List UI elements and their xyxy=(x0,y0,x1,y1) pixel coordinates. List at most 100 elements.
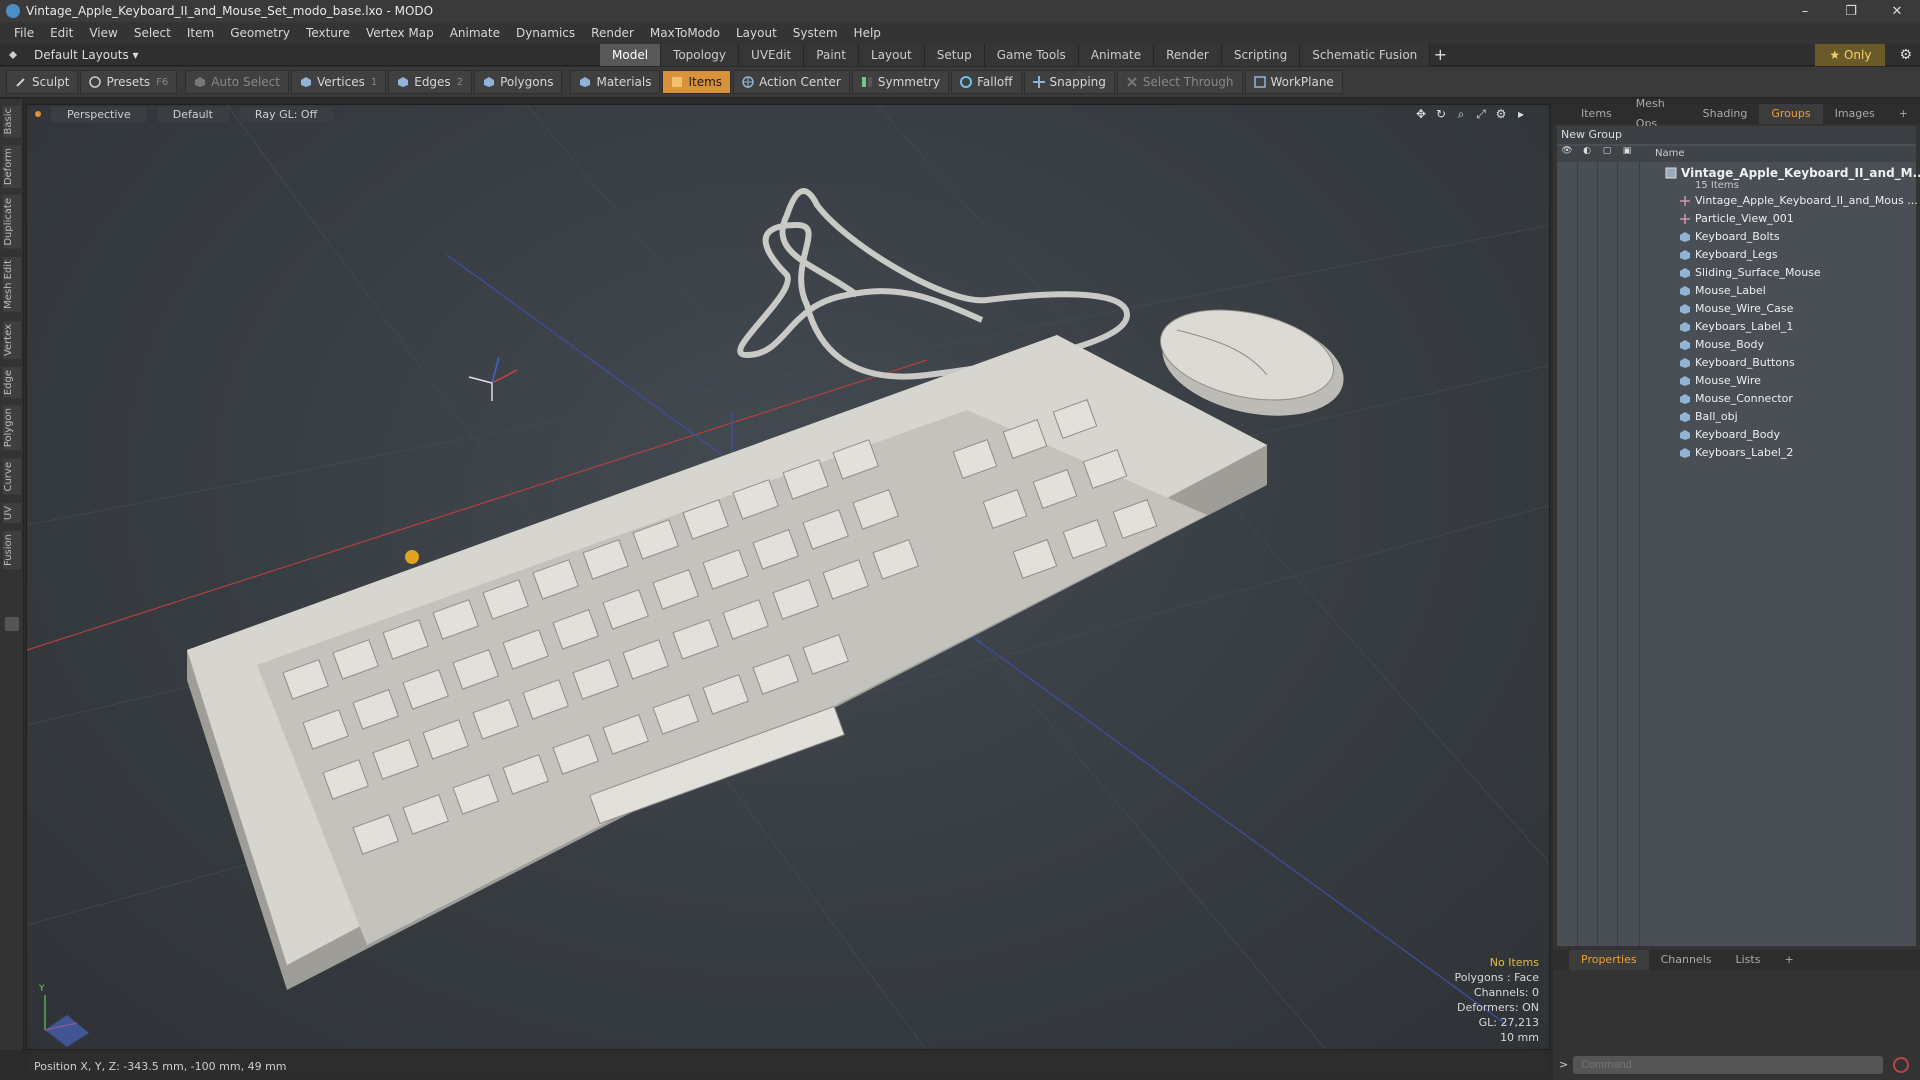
3d-viewport[interactable]: Y Perspective Default Ray GL: Off ✥ ↻ ⌕ … xyxy=(26,104,1550,1050)
viewport-gear-icon[interactable]: ⚙ xyxy=(1491,107,1511,122)
tab-layout[interactable]: Layout xyxy=(858,43,925,66)
view-perspective-dropdown[interactable]: Perspective xyxy=(51,106,147,122)
lock-column-icon[interactable]: ▢ xyxy=(1597,146,1617,162)
tab-game-tools[interactable]: Game Tools xyxy=(984,43,1079,66)
tab-channels[interactable]: Channels xyxy=(1649,950,1724,970)
panel-tab-shading[interactable]: Shading xyxy=(1691,104,1760,124)
minimize-button[interactable]: – xyxy=(1782,0,1828,22)
gear-icon[interactable]: ⚙ xyxy=(1891,47,1920,63)
tab-render[interactable]: Render xyxy=(1154,43,1222,66)
workplane-button[interactable]: WorkPlane xyxy=(1244,70,1343,94)
viewport-arrow-icon[interactable]: ▸ xyxy=(1511,107,1531,122)
action-center-button[interactable]: Action Center xyxy=(733,70,850,94)
vtab-polygon[interactable]: Polygon xyxy=(3,405,21,451)
ray-gl-toggle[interactable]: Ray GL: Off xyxy=(238,106,334,122)
menu-system[interactable]: System xyxy=(785,22,846,44)
pan-icon[interactable]: ✥ xyxy=(1411,107,1431,122)
list-item[interactable]: Keyboard_Legs xyxy=(1557,246,1916,264)
scene-canvas[interactable]: Y xyxy=(27,105,1550,1050)
menu-maxtomodo[interactable]: MaxToModo xyxy=(642,22,728,44)
menu-layout[interactable]: Layout xyxy=(728,22,785,44)
tab-properties[interactable]: Properties xyxy=(1569,950,1649,970)
edges-button[interactable]: Edges 2 xyxy=(388,70,473,94)
tab-schematic-fusion[interactable]: Schematic Fusion xyxy=(1300,43,1431,66)
menu-item[interactable]: Item xyxy=(179,22,222,44)
tab-setup[interactable]: Setup xyxy=(924,43,985,66)
menu-file[interactable]: File xyxy=(6,22,42,44)
select-through-button[interactable]: Select Through xyxy=(1116,70,1243,94)
menu-geometry[interactable]: Geometry xyxy=(222,22,298,44)
tab-paint[interactable]: Paint xyxy=(804,43,859,66)
menu-select[interactable]: Select xyxy=(126,22,179,44)
viewport-menu-icon[interactable] xyxy=(35,111,41,117)
menu-texture[interactable]: Texture xyxy=(298,22,358,44)
presets-button[interactable]: Presets F6 xyxy=(80,70,178,94)
groups-list[interactable]: New Group 👁 ◐ ▢ ▣ Name Vintage_Apple_Key… xyxy=(1557,126,1920,946)
menu-edit[interactable]: Edit xyxy=(42,22,81,44)
list-item[interactable]: Mouse_Connector xyxy=(1557,390,1916,408)
menu-animate[interactable]: Animate xyxy=(442,22,508,44)
vtab-edge[interactable]: Edge xyxy=(3,367,21,399)
list-item[interactable]: Keyboard_Body xyxy=(1557,426,1916,444)
vtab-duplicate[interactable]: Duplicate xyxy=(3,195,21,249)
tab-lists[interactable]: Lists xyxy=(1724,950,1773,970)
default-layouts-dropdown[interactable]: Default Layouts ▾ xyxy=(34,48,139,62)
list-item[interactable]: Particle_View_001 xyxy=(1557,210,1916,228)
name-column-header[interactable]: Name xyxy=(1655,148,1685,159)
render-column-icon[interactable]: ◐ xyxy=(1577,146,1597,162)
strip-toggle-button[interactable] xyxy=(5,617,19,631)
tab-model[interactable]: Model xyxy=(600,43,662,66)
vtab-curve[interactable]: Curve xyxy=(3,459,21,495)
vtab-deform[interactable]: Deform xyxy=(3,145,21,189)
vtab-basic[interactable]: Basic xyxy=(3,105,21,138)
shading-default-dropdown[interactable]: Default xyxy=(156,106,229,122)
menu-view[interactable]: View xyxy=(81,22,125,44)
list-item[interactable]: Keyboars_Label_2 xyxy=(1557,444,1916,462)
visibility-column-icon[interactable]: 👁 xyxy=(1557,146,1577,162)
menu-vertex-map[interactable]: Vertex Map xyxy=(358,22,442,44)
select-column-icon[interactable]: ▣ xyxy=(1617,146,1637,162)
list-item[interactable]: Vintage_Apple_Keyboard_II_and_Mous ... xyxy=(1557,192,1918,210)
command-input[interactable] xyxy=(1573,1056,1883,1074)
zoom-icon[interactable]: ⌕ xyxy=(1451,107,1471,122)
menu-render[interactable]: Render xyxy=(583,22,642,44)
vtab-uv[interactable]: UV xyxy=(3,503,21,524)
new-group-button[interactable]: New Group xyxy=(1557,126,1916,144)
list-item[interactable]: Mouse_Label xyxy=(1557,282,1916,300)
close-button[interactable]: ✕ xyxy=(1874,0,1920,22)
panel-tab-items[interactable]: Items xyxy=(1569,104,1624,124)
vtab-fusion[interactable]: Fusion xyxy=(3,531,21,569)
vtab-mesh-edit[interactable]: Mesh Edit xyxy=(3,257,21,312)
tab-animate[interactable]: Animate xyxy=(1078,43,1155,66)
list-item[interactable]: Mouse_Body xyxy=(1557,336,1916,354)
menu-dynamics[interactable]: Dynamics xyxy=(508,22,583,44)
materials-button[interactable]: Materials xyxy=(570,70,661,94)
polygons-button[interactable]: Polygons xyxy=(474,70,563,94)
list-item[interactable]: Mouse_Wire_Case xyxy=(1557,300,1916,318)
restore-button[interactable]: ❐ xyxy=(1828,0,1874,22)
list-item[interactable]: Keyboard_Buttons xyxy=(1557,354,1916,372)
items-button[interactable]: Items xyxy=(662,70,732,94)
command-clear-icon[interactable] xyxy=(1893,1057,1909,1073)
props-add-tab-button[interactable]: + xyxy=(1772,950,1805,970)
layout-arrows-icon[interactable] xyxy=(8,50,18,60)
falloff-button[interactable]: Falloff xyxy=(951,70,1022,94)
panel-tab-images[interactable]: Images xyxy=(1823,104,1887,124)
list-item[interactable]: Mouse_Wire xyxy=(1557,372,1916,390)
symmetry-button[interactable]: Symmetry xyxy=(851,70,950,94)
add-tab-button[interactable]: + xyxy=(1430,44,1450,66)
list-item[interactable]: Sliding_Surface_Mouse xyxy=(1557,264,1916,282)
maximize-icon[interactable]: ⤢ xyxy=(1471,107,1491,122)
tab-topology[interactable]: Topology xyxy=(661,43,740,66)
list-item[interactable]: Ball_obj xyxy=(1557,408,1916,426)
menu-help[interactable]: Help xyxy=(846,22,889,44)
panel-add-tab-button[interactable]: + xyxy=(1887,104,1920,124)
tab-uvedit[interactable]: UVEdit xyxy=(739,43,805,66)
auto-select-button[interactable]: Auto Select xyxy=(185,70,289,94)
snapping-button[interactable]: Snapping xyxy=(1023,70,1115,94)
vtab-vertex[interactable]: Vertex xyxy=(3,321,21,360)
group-root-row[interactable]: Vintage_Apple_Keyboard_II_and_M... 15 It… xyxy=(1557,164,1920,192)
vertices-button[interactable]: Vertices 1 xyxy=(290,70,387,94)
list-item[interactable]: Keyboars_Label_1 xyxy=(1557,318,1916,336)
panel-tab-groups[interactable]: Groups xyxy=(1759,104,1823,124)
